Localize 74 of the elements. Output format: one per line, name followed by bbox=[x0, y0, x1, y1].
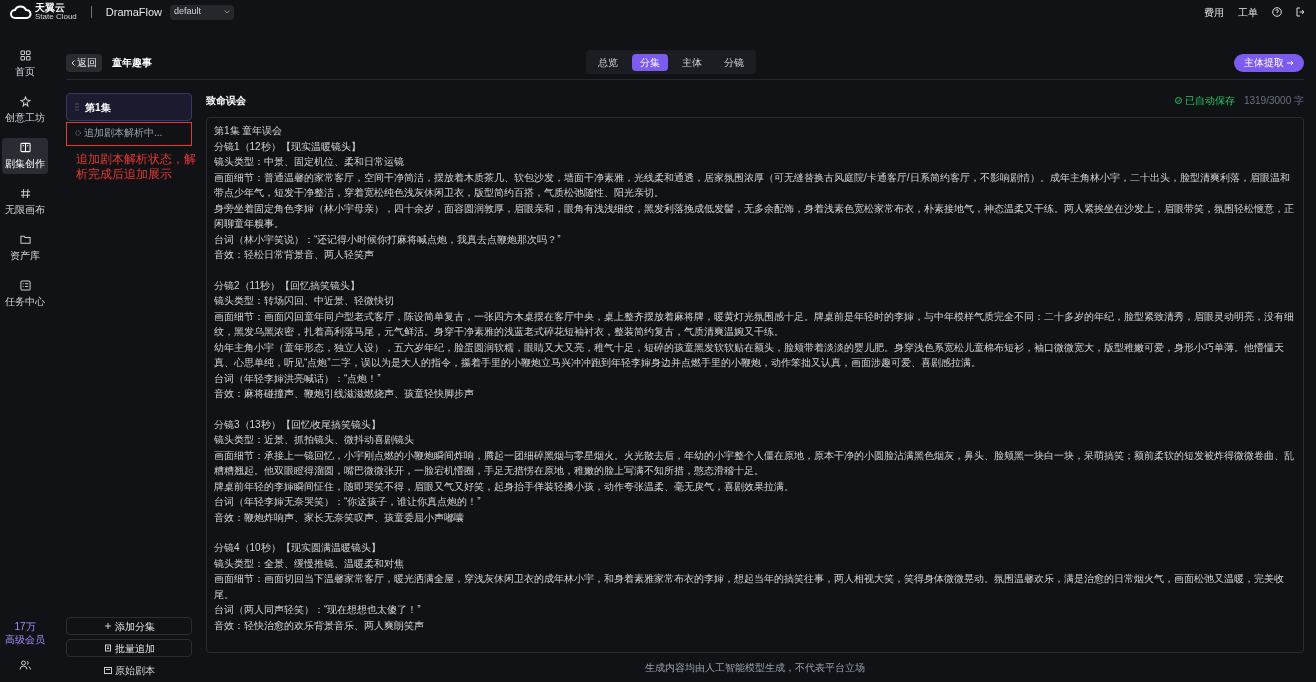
document-icon bbox=[103, 667, 112, 674]
annotation-note: 追加剧本解析状态，解析完成后追加展示 bbox=[76, 152, 197, 182]
spinner-icon bbox=[75, 129, 81, 136]
script-line: 画面细节：画面闪回童年同户型老式客厅，陈设简单复古，一张四方木桌摆在客厅中央，桌上整齐摆放着麻将牌，暖黄灯光氛围感十足。牌桌前是年轻时的李婶，与中年模样气质完全不同：二十多岁的年纪，脸型紧致清秀，眉眼灵动明亮，没有细纹，黑发乌黑浓密，扎着高利落马尾，元气鲜活。身穿干净素雅的浅蓝老式碎花短袖衬衣，整装简约复古，气质清爽温婉又干练。 bbox=[214, 309, 1295, 339]
nav-item[interactable]: 创意工坊 bbox=[2, 92, 48, 128]
folder-icon bbox=[19, 233, 31, 245]
script-line: 镜头类型：近景、抓拍镜头、微抖动喜剧镜头 bbox=[214, 433, 415, 447]
nav-item[interactable]: 任务中心 bbox=[2, 276, 48, 312]
chevron-left-icon bbox=[71, 59, 75, 66]
script-line: 台词（年轻李婶无奈哭笑）：“你这孩子，谁让你真点炮的！” bbox=[214, 495, 482, 509]
check-circle-icon bbox=[1174, 96, 1182, 104]
plus-icon bbox=[103, 622, 112, 630]
tab[interactable]: 分镜 bbox=[716, 53, 752, 71]
logo-text: 天翼云 bbox=[35, 3, 66, 13]
app-name: DramaFlow bbox=[105, 4, 163, 20]
nav-item[interactable]: 剧集创作 bbox=[2, 138, 48, 174]
script-line: 分镜1（12秒）【现实温暖镜头】 bbox=[214, 139, 362, 154]
arrow-right-icon bbox=[1287, 59, 1294, 66]
script-line: 分镜2（11秒）【回忆搞笑镜头】 bbox=[214, 278, 361, 293]
script-title: 致命误会 bbox=[206, 93, 246, 108]
list-icon bbox=[19, 279, 31, 291]
script-line: 音效：鞭炮炸响声、家长无奈笑叹声、孩童委屈小声嘟囔 bbox=[214, 510, 465, 525]
script-line: 音效：麻将碰撞声、鞭炮引线滋滋燃烧声、孩童轻快脚步声 bbox=[214, 387, 475, 401]
disclaimer-text: 生成内容均由人工智能模型生成，不代表平台立场 bbox=[645, 661, 865, 675]
workspace-select[interactable]: default bbox=[170, 4, 235, 20]
episode-action-button[interactable]: 添加分集 bbox=[66, 617, 192, 635]
script-line: 镜头类型：中景、固定机位、柔和日常运镜 bbox=[214, 155, 405, 169]
back-button[interactable]: 返回 bbox=[66, 53, 102, 72]
script-line: 牌桌前年轻的李婶瞬间怔住，随即哭笑不得，眉眼又气又好笑，起身抬手佯装轻搡小孩，动作夸张温柔、毫无戾气，喜剧效果拉满。 bbox=[214, 479, 795, 494]
script-line: 幼年主角小宇（童年形态，独立人设），五六岁年纪，脸蛋圆润软糯，眼睛又大又亮，稚气十足，短碎的孩童黑发软软贴在额头，脸颊带着淡淡的婴儿肥。身穿浅色系宽松儿童棉布短衫，袖口微微宽大，版型稚嫩可爱，身形小巧单薄。他懵懂天真、心思单纯，听见“点炮”二字，误以为是大人的指令，攥着手里的小鞭炮立马兴冲冲跑到年轻李婶身边并点燃手里的小鞭炮，动作笨拙又认真，画面涉趣可爱、喜剧感拉满。 bbox=[214, 340, 1285, 370]
script-line: 画面细节：承接上一镜回忆，小宇刚点燃的小鞭炮瞬间炸响，腾起一团细碎黑烟与零星烟火。火光散去后，年幼的小宇整个人僵在原地，原本干净的小圆脸沾满黑色烟灰，鼻头、脸颊黑一块白一块，呆萌搞笑；额前柔软的短发被炸得微微卷曲、乱糟糟翘起。他双眼瞪得溜圆，嘴巴微微张开，一脸宕机懵圈，手足无措愣在原地，稚嫩的脸上写满不知所措，憨态滑稽十足。 bbox=[214, 448, 1295, 478]
word-count: 1319/3000 字 bbox=[1243, 93, 1304, 108]
logout-icon[interactable] bbox=[1296, 7, 1306, 17]
cloud-logo-icon bbox=[10, 5, 32, 19]
top-link[interactable]: 工单 bbox=[1238, 4, 1258, 20]
script-line: 台词（两人同声轻笑）：“现在想想也太傻了！” bbox=[214, 603, 422, 617]
extract-button[interactable]: 主体提取 bbox=[1234, 53, 1304, 72]
script-line: 分镜3（13秒）【回忆收尾搞笑镜头】 bbox=[214, 417, 382, 432]
episode-action-button[interactable]: 批量追加 bbox=[66, 639, 192, 657]
tab[interactable]: 主体 bbox=[674, 53, 710, 71]
grid-icon bbox=[19, 49, 31, 61]
parse-status: 追加剧本解析中... bbox=[84, 126, 163, 140]
nav-item[interactable]: 首页 bbox=[2, 46, 48, 82]
script-line: 音效：轻快治愈的欢乐背景音乐、两人爽朗笑声 bbox=[214, 618, 425, 633]
script-editor[interactable] bbox=[206, 117, 1304, 653]
top-link[interactable]: 费用 bbox=[1204, 4, 1224, 20]
episode-card[interactable]: 第1集 bbox=[66, 93, 192, 121]
chevron-down-icon bbox=[224, 10, 231, 14]
logo-subtext: State Cloud bbox=[35, 13, 77, 21]
tab[interactable]: 分集 bbox=[632, 53, 668, 71]
script-line: 画面细节：画面切回当下温馨家常客厅，暖光洒满全屋，穿浅灰休闲卫衣的成年林小宇，和身着素雅家常布衣的李婶，想起当年的搞笑往事，两人相视大笑，笑得身体微微晃动。氛围温馨欢乐，满是治愈的日常烟火气，画面松弛又温暖，完美收尾。 bbox=[214, 572, 1285, 602]
script-line: 音效：轻松日常背景音、两人轻笑声 bbox=[214, 248, 375, 262]
save-status: 已自动保存 bbox=[1184, 93, 1235, 108]
star-icon bbox=[19, 95, 31, 107]
hash-icon bbox=[19, 187, 31, 199]
document-icon bbox=[103, 644, 112, 652]
points-label: 17万 bbox=[14, 621, 36, 634]
users-icon[interactable] bbox=[19, 660, 31, 670]
script-line: 第1集 童年误会 bbox=[214, 124, 284, 138]
nav-item[interactable]: 资产库 bbox=[2, 230, 48, 266]
script-line: 镜头类型：转场闪回、中近景、轻微快切 bbox=[214, 294, 395, 308]
script-line: 台词（林小宇笑说）：“还记得小时候你打麻将喊点炮，我真去点鞭炮那次吗？” bbox=[214, 232, 562, 247]
member-level-label: 高级会员 bbox=[5, 633, 45, 646]
script-line: 身旁坐着固定角色李婶（林小宇母亲），四十余岁，面容圆润敦厚，眉眼亲和，眼角有浅浅细纹，黑发利落挽成低发髻，无多余配饰，身着浅素色宽松家常布衣，朴素接地气，神态温柔又干练。两人紧挨坐在沙发上，眉眼带笑，氛围轻松惬意，正闲聊童年糗事。 bbox=[214, 201, 1295, 231]
script-line: 画面细节：普通温馨的家常客厅，空间干净简洁，摆放着木质茶几、软包沙发，墙面干净素雅，光线柔和通透，居家氛围浓厚（可无缝替换古风庭院/卡通客厅/日系简约客厅，不影响剧情）。成年主角林小宇，二十出头，脸型清爽利落，眉眼温和带点少年气，短发干净整洁，穿着宽松纯色浅灰休闲卫衣，版型简约百搭，气质松弛随性、阳光亲切。 bbox=[214, 170, 1291, 200]
page-title: 童年趣事 bbox=[112, 56, 152, 70]
raw-script-link[interactable]: 原始剧本 bbox=[103, 663, 155, 678]
script-line: 分镜4（10秒）【现实圆满温暖镜头】 bbox=[214, 541, 382, 555]
tab[interactable]: 总览 bbox=[590, 53, 626, 71]
script-line: 台词（年轻李婶洪亮喊话）：“点炮！” bbox=[214, 371, 382, 386]
book-icon bbox=[19, 141, 31, 153]
help-icon[interactable] bbox=[1272, 7, 1282, 17]
script-line: 镜头类型：全景、缓慢推镜、温暖柔和对焦 bbox=[214, 556, 405, 571]
nav-item[interactable]: 无限画布 bbox=[2, 184, 48, 220]
